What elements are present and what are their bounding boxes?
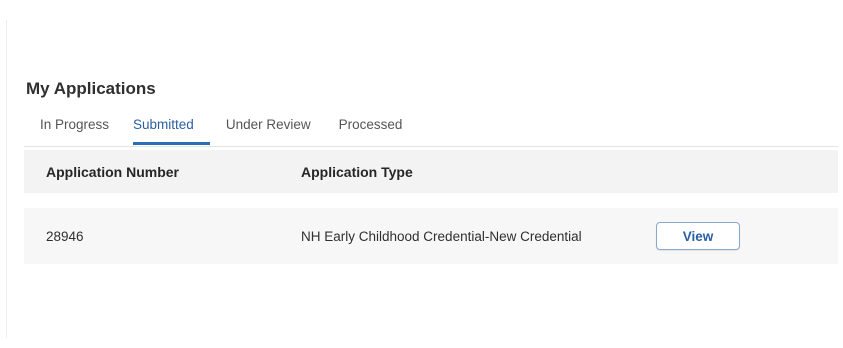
table-header: Application Number Application Type — [24, 150, 838, 193]
applications-table: Application Number Application Type 2894… — [24, 150, 838, 264]
column-header-application-type: Application Type — [301, 163, 413, 180]
application-status-tabs: In Progress Submitted Under Review Proce… — [24, 114, 838, 147]
tab-under-review[interactable]: Under Review — [226, 114, 311, 145]
column-header-application-number: Application Number — [46, 163, 180, 180]
view-button[interactable]: View — [656, 222, 740, 250]
applications-panel: My Applications In Progress Submitted Un… — [24, 76, 838, 264]
tab-processed[interactable]: Processed — [339, 114, 403, 145]
table-row: 28946 NH Early Childhood Credential-New … — [24, 208, 838, 264]
application-number-cell: 28946 — [46, 228, 84, 244]
tab-submitted[interactable]: Submitted — [133, 114, 210, 145]
page-title: My Applications — [26, 79, 156, 98]
left-divider — [6, 20, 7, 338]
application-type-cell: NH Early Childhood Credential-New Creden… — [301, 228, 582, 244]
tab-in-progress[interactable]: In Progress — [40, 114, 109, 145]
